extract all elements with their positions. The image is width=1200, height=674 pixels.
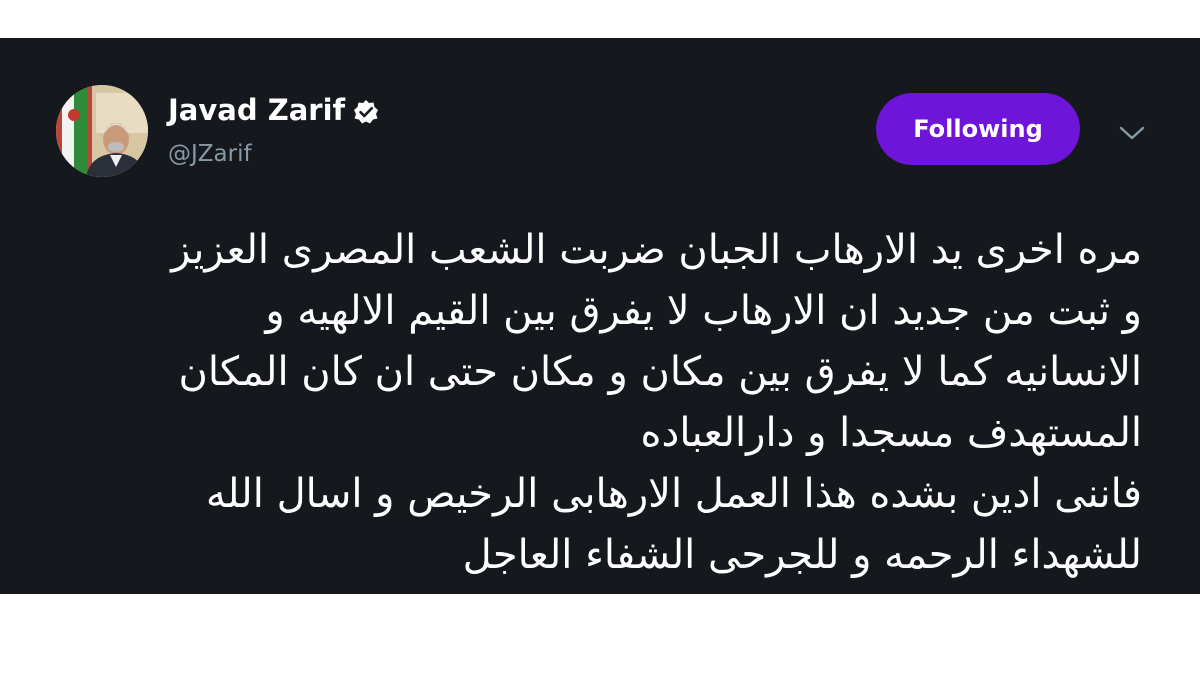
tweet-text-line: المستهدف مسجدا و دارالعباده [640, 410, 1142, 456]
screenshot-frame: Javad Zarif @JZarif Following مره اخرى ي… [0, 0, 1200, 674]
tweet-card: Javad Zarif @JZarif Following مره اخرى ي… [0, 38, 1200, 594]
avatar-image [56, 85, 148, 177]
verified-badge-icon [353, 97, 379, 124]
tweet-text: مره اخرى يد الارهاب الجبان ضربت الشعب ال… [60, 220, 1142, 586]
tweet-text-line: للشهداء الرحمه و للجرحى الشفاء العاجل [462, 532, 1142, 578]
following-button[interactable]: Following [876, 93, 1080, 165]
tweet-text-line: و ثبت من جديد ان الارهاب لا يفرق بين الق… [265, 288, 1142, 334]
tweet-text-line: الانسانيه كما لا يفرق بين مكان و مكان حت… [178, 349, 1142, 395]
tweet-text-line: مره اخرى يد الارهاب الجبان ضربت الشعب ال… [171, 227, 1142, 273]
author-handle[interactable]: @JZarif [168, 139, 252, 169]
chevron-down-icon[interactable] [1118, 124, 1146, 142]
avatar[interactable] [56, 85, 148, 177]
tweet-text-line: فاننى ادين بشده هذا العمل الارهابى الرخي… [205, 471, 1142, 517]
author-name[interactable]: Javad Zarif [168, 92, 379, 128]
display-name-text[interactable]: Javad Zarif [168, 92, 345, 128]
